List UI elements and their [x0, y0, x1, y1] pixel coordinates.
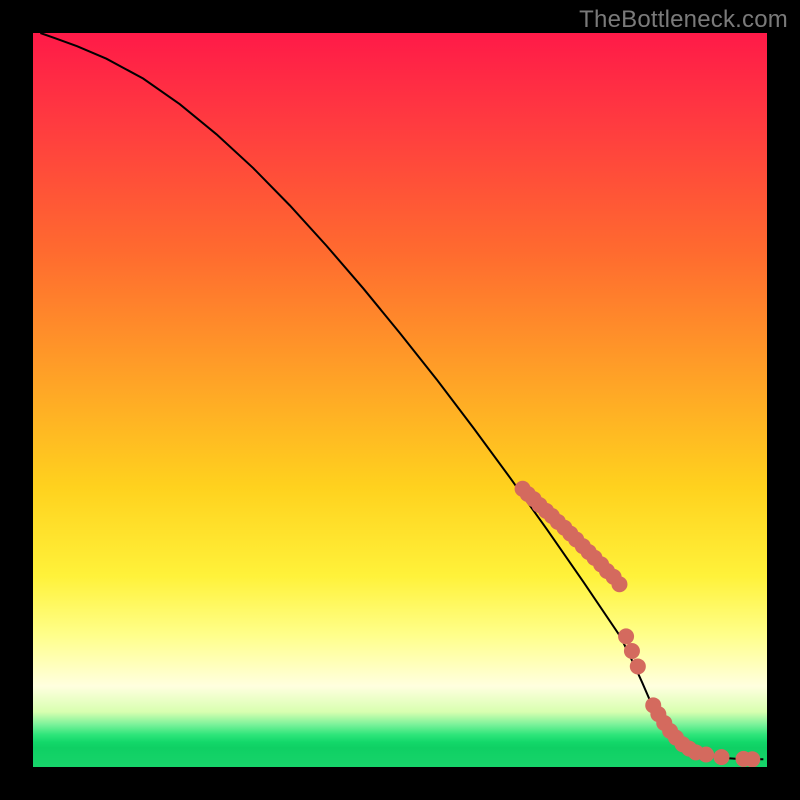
- highlight-dot: [611, 576, 627, 592]
- plot-area: [33, 33, 767, 767]
- bottleneck-curve: [40, 33, 763, 759]
- highlight-dot: [624, 643, 640, 659]
- highlight-dot: [630, 658, 646, 674]
- highlight-dot: [698, 747, 714, 763]
- highlight-dot: [618, 628, 634, 644]
- highlight-dots-group: [515, 481, 761, 767]
- chart-stage: TheBottleneck.com: [0, 0, 800, 800]
- highlight-dot: [744, 751, 760, 767]
- watermark-text: TheBottleneck.com: [579, 6, 788, 34]
- highlight-dot: [713, 749, 729, 765]
- chart-svg: [33, 33, 767, 767]
